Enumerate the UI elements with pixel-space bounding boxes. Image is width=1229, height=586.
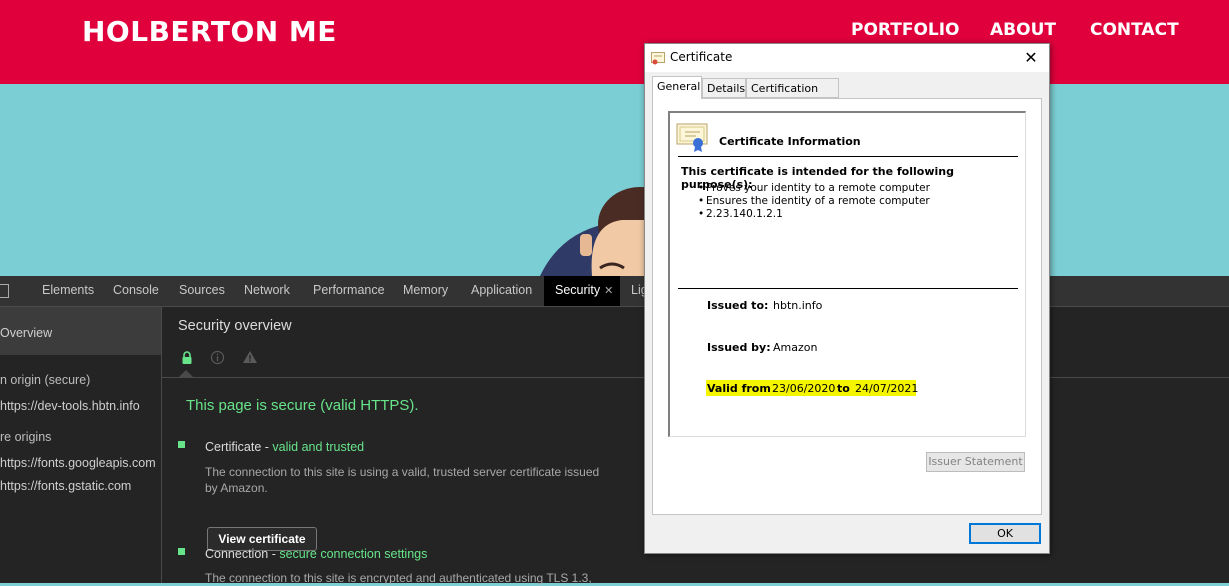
selected-summary-pointer [179, 370, 193, 377]
page-title: Security overview [178, 318, 292, 334]
issued-to-value: hbtn.info [773, 299, 823, 312]
certificate-icon [676, 123, 708, 152]
connection-title: Connection - secure connection settings [205, 547, 427, 561]
status-square [178, 548, 185, 555]
certificate-small-icon [651, 52, 665, 65]
tab-console[interactable]: Console [109, 276, 163, 306]
issued-by-label: Issued by: [707, 341, 771, 354]
info-icon [210, 350, 225, 365]
tab-security[interactable]: Security ✕ [544, 276, 620, 306]
tab-memory[interactable]: Memory [399, 276, 452, 306]
certificate-label: Certificate - [205, 440, 273, 454]
purpose-item: Ensures the identity of a remote compute… [698, 195, 930, 207]
nav-about[interactable]: ABOUT [990, 20, 1056, 40]
dialog-titlebar[interactable]: Certificate ✕ [645, 44, 1049, 72]
issued-by-value: Amazon [773, 341, 818, 354]
valid-from-value: 23/06/2020 [772, 382, 836, 395]
divider [678, 288, 1018, 289]
tab-certification-path[interactable]: Certification Path [746, 78, 839, 115]
certificate-dialog: Certificate ✕ General Details Certificat… [644, 43, 1050, 554]
lock-icon [182, 351, 192, 364]
issuer-statement-button[interactable]: Issuer Statement [926, 452, 1025, 472]
certificate-info-title: Certificate Information [719, 135, 861, 148]
valid-from-label: Valid from [707, 382, 771, 395]
tab-general[interactable]: General [652, 76, 702, 99]
sidebar-item-origin[interactable]: https://fonts.googleapis.com [0, 456, 156, 470]
certificate-status: valid and trusted [272, 440, 365, 454]
tab-application[interactable]: Application [467, 276, 536, 306]
sidebar-item-main-origin[interactable]: https://dev-tools.hbtn.info [0, 399, 140, 413]
purpose-item: Proves your identity to a remote compute… [698, 182, 930, 194]
tab-security-label: Security [555, 283, 601, 297]
secure-message: This page is secure (valid HTTPS). [186, 397, 419, 414]
valid-to-label: to [837, 382, 850, 395]
close-tab-icon[interactable]: ✕ [604, 285, 613, 297]
nav-portfolio[interactable]: PORTFOLIO [851, 20, 960, 40]
sidebar-overview-label: Overview [0, 326, 53, 340]
status-square [178, 441, 185, 448]
dialog-title: Certificate [670, 50, 733, 64]
tab-details[interactable]: Details [702, 78, 746, 98]
valid-to-value: 24/07/2021 [855, 382, 919, 395]
sidebar-item-overview[interactable]: Overview [0, 307, 161, 355]
sidebar-item-origin[interactable]: https://fonts.gstatic.com [0, 479, 131, 493]
certificate-info-box: Certificate Information This certificate… [668, 111, 1026, 437]
security-sidebar: Overview n origin (secure) https://dev-t… [0, 307, 162, 583]
divider [678, 156, 1018, 157]
connection-status: secure connection settings [279, 547, 428, 561]
issued-to-label: Issued to: [707, 299, 769, 312]
secure-origins-header: re origins [0, 430, 52, 444]
certificate-title: Certificate - valid and trusted [205, 440, 364, 454]
tab-network[interactable]: Network [240, 276, 294, 306]
ok-button[interactable]: OK [969, 523, 1041, 544]
dock-side-icon[interactable] [0, 284, 9, 298]
tab-sources[interactable]: Sources [175, 276, 229, 306]
connection-label: Connection - [205, 547, 280, 561]
warning-icon [243, 351, 257, 363]
nav-contact[interactable]: CONTACT [1090, 20, 1179, 40]
tab-performance[interactable]: Performance [309, 276, 389, 306]
connection-desc: The connection to this site is encrypted… [205, 571, 592, 585]
tab-elements[interactable]: Elements [38, 276, 98, 306]
purpose-item: 2.23.140.1.2.1 [698, 208, 783, 220]
certificate-desc: The connection to this site is using a v… [205, 465, 600, 495]
main-origin-header: n origin (secure) [0, 373, 91, 387]
site-logo[interactable]: HOLBERTON ME [82, 15, 337, 48]
close-icon[interactable]: ✕ [1017, 46, 1045, 70]
